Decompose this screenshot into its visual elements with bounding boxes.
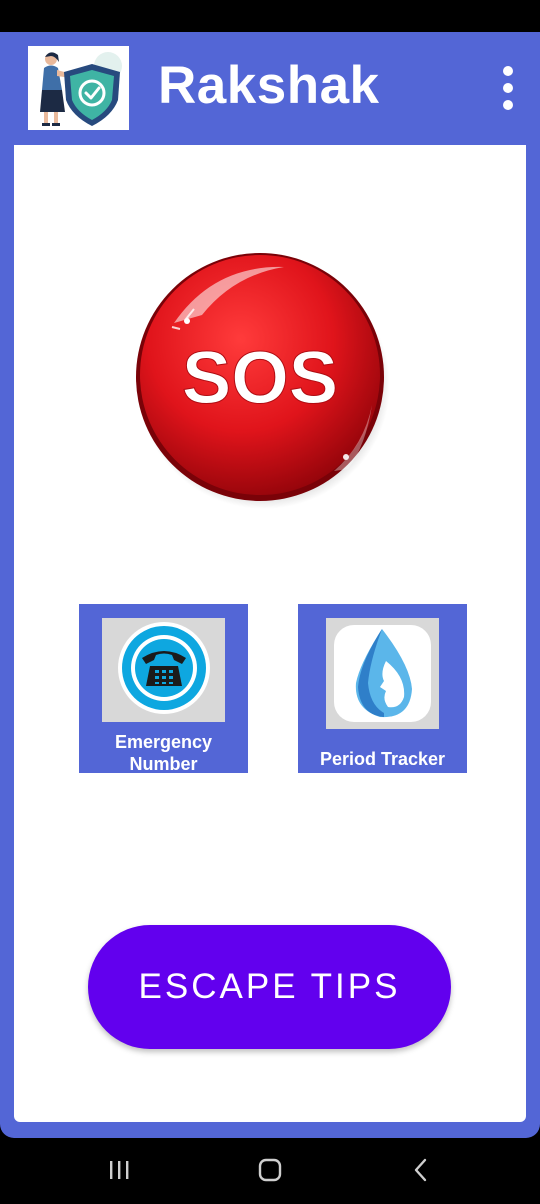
water-drop-face-icon	[326, 618, 439, 729]
emergency-number-label: Emergency Number	[114, 732, 213, 774]
period-tracker-label: Period Tracker	[319, 749, 446, 769]
recent-apps-icon[interactable]	[99, 1152, 139, 1188]
navigation-bar	[0, 1138, 540, 1204]
content-card: SOS Emergency Number Period Tracker ESCA…	[14, 145, 526, 1122]
app-frame: Rakshak SOS Emergency Number Period Trac…	[0, 32, 540, 1138]
escape-tips-button[interactable]: ESCAPE TIPS	[88, 925, 451, 1049]
woman-shield-logo-icon	[28, 46, 129, 130]
emergency-number-tile[interactable]: Emergency Number	[79, 604, 248, 774]
sos-label: SOS	[182, 336, 338, 419]
period-tracker-tile[interactable]: Period Tracker	[298, 604, 467, 773]
back-icon[interactable]	[401, 1152, 441, 1188]
sos-button[interactable]: SOS	[134, 245, 400, 511]
toolbar: Rakshak	[0, 32, 540, 144]
app-title: Rakshak	[158, 56, 380, 115]
status-bar	[0, 0, 540, 32]
telephone-icon	[102, 618, 225, 722]
home-icon[interactable]	[250, 1152, 290, 1188]
more-vert-icon[interactable]	[494, 66, 522, 110]
